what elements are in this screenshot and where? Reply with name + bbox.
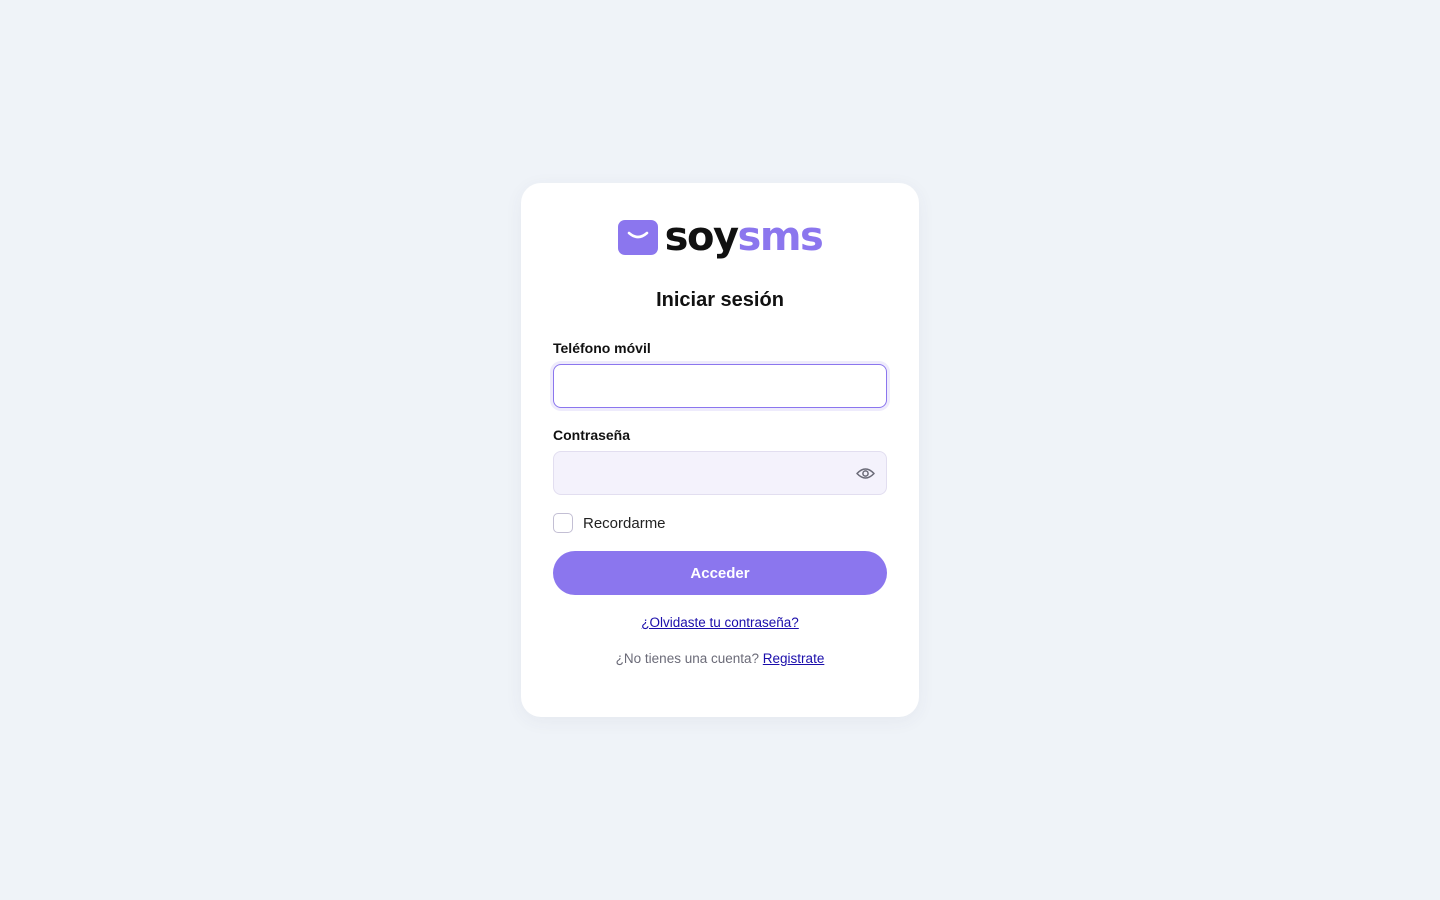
register-prompt: ¿No tienes una cuenta? Registrate <box>521 651 919 666</box>
register-link[interactable]: Registrate <box>763 651 825 666</box>
phone-label: Teléfono móvil <box>553 340 651 356</box>
eye-icon[interactable] <box>855 463 875 483</box>
envelope-icon <box>617 219 658 255</box>
remember-me[interactable]: Recordarme <box>553 513 666 533</box>
page-title: Iniciar sesión <box>656 289 784 311</box>
brand-name-accent: sms <box>737 214 824 260</box>
brand-name-dark: soy <box>664 214 739 260</box>
remember-checkbox[interactable] <box>553 513 573 533</box>
submit-button[interactable]: Acceder <box>553 551 887 595</box>
forgot-password: ¿Olvidaste tu contraseña? <box>521 615 919 630</box>
phone-input[interactable] <box>553 364 887 408</box>
remember-label: Recordarme <box>583 514 666 532</box>
register-prompt-text: ¿No tienes una cuenta? <box>615 651 760 666</box>
brand-name: soysms <box>664 214 824 260</box>
login-card: soysms Iniciar sesión Teléfono móvil Con… <box>521 183 919 717</box>
password-input[interactable] <box>553 451 887 495</box>
password-label: Contraseña <box>553 427 631 443</box>
brand-logo: soysms <box>521 217 919 257</box>
forgot-password-link[interactable]: ¿Olvidaste tu contraseña? <box>641 615 799 630</box>
